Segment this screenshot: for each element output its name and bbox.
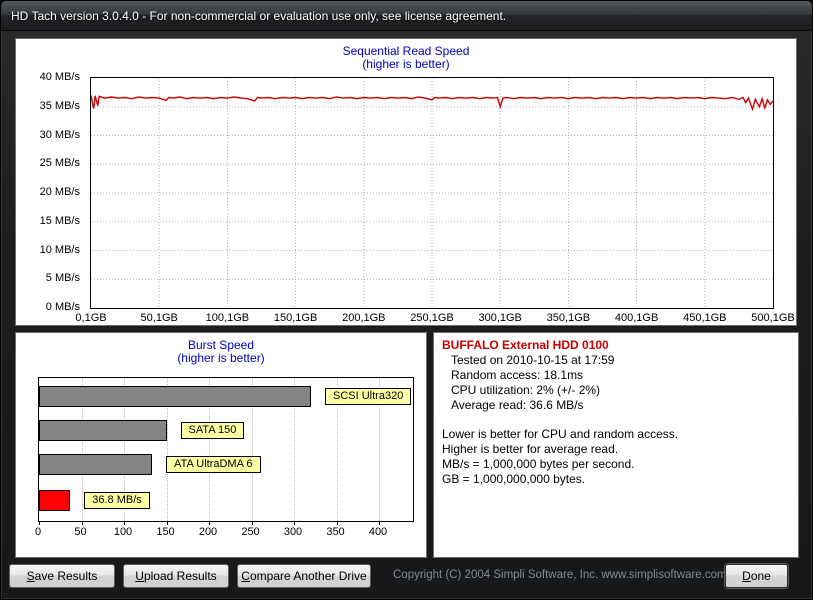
burst-bar-label: SATA 150 (180, 422, 245, 439)
stat-line: Random access: 18.1ms (451, 368, 584, 382)
x-axis-tick-label: 300,1GB (478, 312, 522, 324)
burst-axis-tick (251, 522, 253, 525)
y-axis-tick-label: 40 MB/s (39, 71, 80, 83)
x-axis-tick-label: 50,1GB (140, 312, 178, 324)
burst-chart-subtitle: (higher is better) (177, 351, 265, 365)
sequential-read-panel: Sequential Read Speed (higher is better)… (15, 38, 797, 326)
done-label: one (750, 569, 771, 583)
burst-speed-panel: Burst Speed (higher is better) SCSI Ultr… (15, 332, 427, 558)
burst-bar-label: SCSI Ultra320 (325, 388, 412, 405)
x-axis-tick-label: 500,1GB (751, 312, 795, 324)
x-axis-tick-label: 100 (113, 526, 133, 538)
burst-axis-tick (124, 522, 125, 525)
y-axis-tick-label: 20 MB/s (39, 186, 80, 198)
burst-axis-tick (379, 522, 380, 525)
burst-axis-tick (166, 522, 168, 525)
x-axis-tick-label: 350 (326, 526, 345, 538)
x-axis-tick-label: 400 (368, 526, 388, 538)
y-axis-tick-label: 25 MB/s (39, 157, 80, 170)
compare-label: ompare Another Drive (249, 569, 367, 583)
save-results-button[interactable]: Save Results (9, 564, 115, 588)
x-axis-tick-label: 200 (198, 526, 218, 538)
stat-line: Average read: 36.6 MB/s (451, 398, 584, 412)
burst-bar-label: 36.8 MB/s (84, 492, 150, 509)
sequential-chart-subtitle: (higher is better) (362, 57, 450, 71)
title-bar[interactable]: HD Tach version 3.0.4.0 - For non-commer… (1, 1, 812, 31)
sequential-chart-title: Sequential Read Speed (342, 44, 470, 58)
y-axis-tick-label: 5 MB/s (45, 272, 80, 285)
x-axis-tick-label: 250 (241, 526, 260, 538)
done-accel: D (742, 569, 751, 583)
stat-line: Tested on 2010-10-15 at 17:59 (451, 353, 615, 367)
upload-results-button[interactable]: Upload Results (123, 564, 229, 588)
y-axis-tick-label: 35 MB/s (39, 99, 80, 112)
done-button[interactable]: Done (725, 564, 788, 588)
burst-bar (39, 454, 153, 475)
copyright-text: Copyright (C) 2004 Simpli Software, Inc.… (393, 569, 727, 581)
note-line: Lower is better for CPU and random acces… (442, 427, 679, 441)
info-notes: Lower is better for CPU and random acces… (442, 427, 790, 487)
burst-axis-tick (81, 522, 83, 525)
x-axis-tick-label: 50 (74, 526, 87, 538)
x-axis-tick-label: 300 (283, 526, 303, 538)
x-axis-tick-label: 350,1GB (546, 312, 591, 324)
compare-accel: C (241, 569, 250, 583)
burst-axis-tick (39, 522, 40, 525)
x-axis-tick-label: 0,1GB (75, 312, 107, 324)
x-axis-tick-label: 100,1GB (205, 312, 250, 324)
burst-chart-title: Burst Speed (187, 338, 255, 352)
sequential-read-line (91, 78, 773, 308)
note-line: MB/s = 1,000,000 bytes per second. (442, 457, 635, 471)
sequential-plot (90, 77, 774, 309)
compare-another-drive-button[interactable]: Compare Another Drive (237, 564, 371, 588)
x-axis-tick-label: 200,1GB (342, 312, 386, 324)
burst-axis-tick (209, 522, 210, 525)
drive-title: BUFFALO External HDD 0100 (442, 338, 609, 352)
x-axis-tick-label: 0 (34, 526, 42, 538)
x-axis-tick-label: 400,1GB (614, 312, 659, 324)
y-axis-tick-label: 30 MB/s (39, 128, 80, 141)
drive-stats: Tested on 2010-10-15 at 17:59 Random acce… (442, 353, 790, 413)
drive-info-panel: BUFFALO External HDD 0100 Tested on 2010… (433, 332, 799, 558)
sequential-y-axis-labels: 40 MB/s 35 MB/s 30 MB/s 25 MB/s 20 MB/s 15 MB… (16, 71, 84, 313)
burst-bar-label: ATA UltraDMA 6 (166, 456, 261, 473)
x-axis-tick-label: 150,1GB (273, 312, 318, 324)
burst-bar (39, 420, 167, 441)
burst-axis-tick (294, 522, 295, 525)
burst-plot: SCSI Ultra320 SATA 150 ATA UltraDMA 6 36.8 … (38, 377, 414, 525)
sequential-x-axis-labels: 0,1GB 50,1GB 100,1GB 150,1GB 200,1GB 250,1GB 3… (75, 312, 794, 326)
x-axis-tick-label: 450,1GB (683, 312, 727, 324)
burst-x-axis-labels: 0 50 100 150 200 250 300 350 400 (34, 526, 414, 540)
note-line: Higher is better for average read. (442, 442, 619, 456)
burst-bar (39, 490, 71, 511)
hd-tach-window: HD Tach version 3.0.4.0 - For non-commer… (0, 0, 813, 600)
y-axis-tick-label: 15 MB/s (39, 214, 80, 227)
y-axis-tick-label: 10 MB/s (39, 243, 80, 256)
upload-label: pload Results (143, 569, 217, 583)
upload-accel: U (135, 569, 144, 583)
note-line: GB = 1,000,000,000 bytes. (442, 472, 586, 486)
save-accel: S (26, 569, 35, 583)
save-label: ave Results (34, 569, 98, 583)
burst-bar (39, 386, 311, 407)
x-axis-tick-label: 250,1GB (410, 312, 454, 324)
burst-axis-tick (336, 522, 338, 525)
x-axis-tick-label: 150 (156, 526, 175, 538)
stat-line: CPU utilization: 2% (+/- 2%) (451, 383, 601, 397)
window-title: HD Tach version 3.0.4.0 - For non-commer… (11, 8, 507, 23)
